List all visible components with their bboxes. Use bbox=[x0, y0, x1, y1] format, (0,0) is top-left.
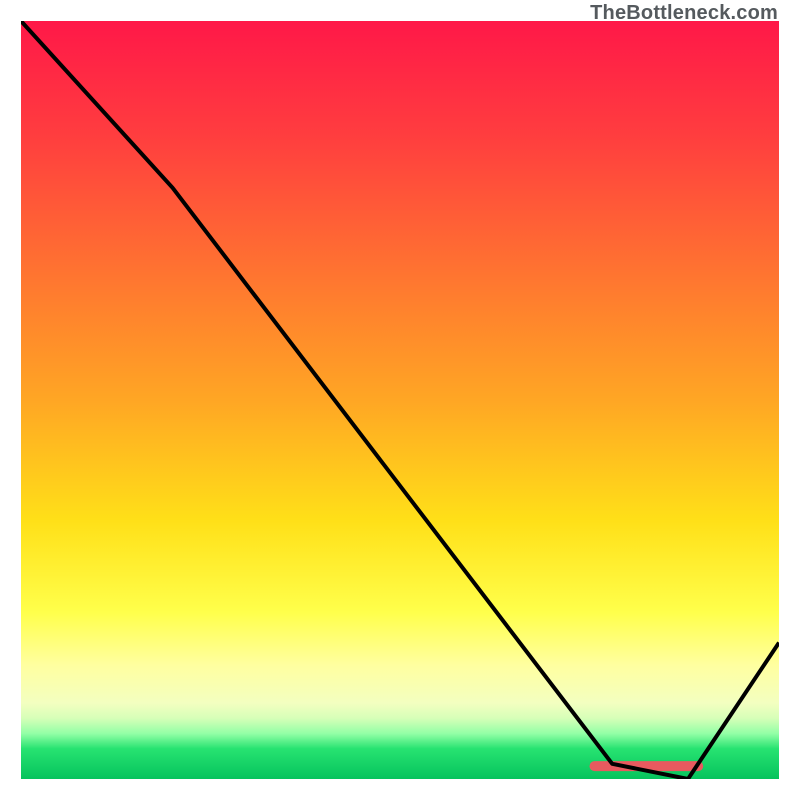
plot-background-gradient bbox=[21, 21, 779, 779]
chart-canvas: TheBottleneck.com bbox=[0, 0, 800, 800]
